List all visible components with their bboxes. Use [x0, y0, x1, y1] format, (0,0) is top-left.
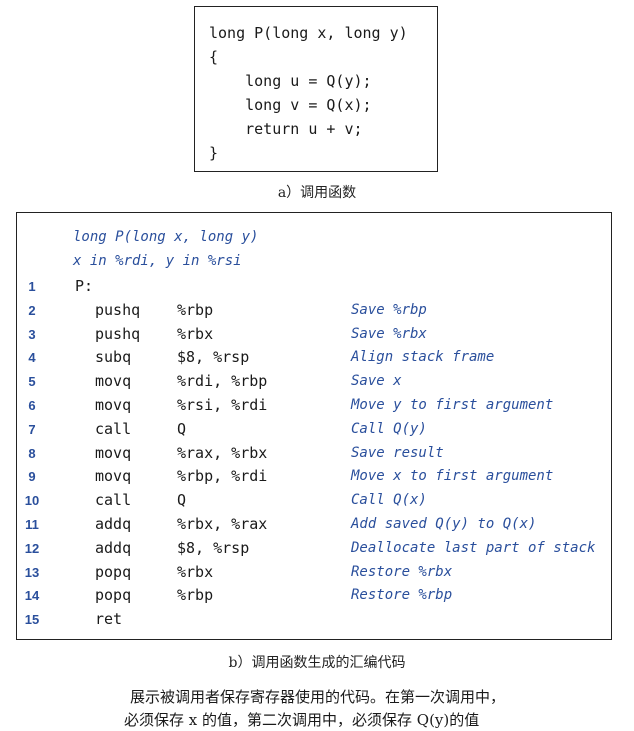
line-number: 15 [24, 612, 40, 628]
asm-comment: Add saved Q(y) to Q(x) [351, 516, 537, 532]
asm-line: 2 pushq %rbp Save %rbp [17, 301, 611, 325]
description-line-1: 展示被调用者保存寄存器使用的代码。在第一次调用中， [130, 688, 506, 706]
line-number: 8 [28, 445, 36, 461]
asm-instruction: addq [95, 538, 132, 557]
line-number: 10 [24, 493, 40, 509]
asm-comment: Align stack frame [351, 349, 495, 366]
line-number: 14 [24, 588, 40, 604]
asm-comment: Restore %rbx [351, 563, 453, 580]
asm-instruction: subq [95, 348, 132, 367]
description-line-2: 必须保存 x 的值，第二次调用中，必须保存 Q(y)的值 [124, 711, 480, 729]
asm-comment: Move x to first argument [351, 468, 554, 485]
asm-instruction: pushq [95, 300, 141, 319]
asm-line: 3 pushq %rbx Save %rbx [17, 325, 611, 349]
c-code-line: long P(long x, long y) [209, 24, 408, 42]
asm-operands: $8, %rsp [177, 538, 250, 557]
line-number: 12 [24, 540, 40, 556]
asm-operands: %rbp, %rdi [177, 467, 268, 486]
asm-line: 11 addq %rbx, %rax Add saved Q(y) to Q(x) [17, 515, 611, 539]
line-number: 5 [28, 374, 36, 390]
asm-instruction: call [95, 419, 132, 438]
asm-line: 14 popq %rbp Restore %rbp [17, 586, 611, 610]
assembly-header-signature: long P(long x, long y) [73, 229, 259, 245]
asm-comment: Save result [351, 444, 444, 461]
asm-comment: Save x [351, 373, 402, 390]
line-number: 1 [28, 279, 36, 294]
asm-comment: Save %rbx [351, 325, 427, 342]
asm-line: 1 P: [17, 277, 611, 301]
asm-line: 4 subq $8, %rsp Align stack frame [17, 348, 611, 372]
line-number: 6 [28, 398, 36, 413]
asm-line: 10 call Q Call Q(x) [17, 491, 611, 515]
line-number: 9 [28, 469, 36, 485]
asm-instruction: movq [95, 467, 132, 486]
asm-comment: Move y to first argument [351, 397, 554, 413]
c-code-line: return u + v; [209, 120, 363, 138]
asm-operands: %rbx, %rax [177, 515, 268, 533]
line-number: 7 [28, 421, 36, 437]
asm-line: 6 movq %rsi, %rdi Move y to first argument [17, 396, 611, 420]
c-code-line: long v = Q(x); [209, 96, 372, 114]
asm-operands: %rbx [177, 562, 214, 581]
c-code-line: } [209, 144, 219, 162]
asm-operands: %rbp [177, 586, 214, 605]
asm-instruction: movq [95, 372, 132, 391]
line-number: 11 [25, 517, 39, 532]
asm-instruction: popq [95, 562, 132, 581]
asm-line: 12 addq $8, %rsp Deallocate last part of st… [17, 539, 611, 563]
asm-instruction: call [95, 491, 132, 510]
line-number: 4 [28, 350, 36, 366]
asm-comment: Save %rbp [351, 301, 427, 318]
asm-instruction: movq [95, 443, 132, 462]
c-code-line: { [209, 48, 219, 66]
figure-a-caption: a）调用函数 [277, 185, 357, 201]
figure-b-caption: b）调用函数生成的汇编代码 [228, 655, 406, 671]
asm-line: 8 movq %rax, %rbx Save result [17, 444, 611, 468]
line-number: 13 [24, 564, 40, 580]
assembly-code-box: long P(long x, long y) x in %rdi, y in %… [16, 212, 612, 640]
line-number: 2 [28, 302, 36, 318]
asm-comment: Call Q(x) [351, 492, 427, 509]
asm-operands: %rsi, %rdi [177, 396, 268, 414]
asm-instruction: pushq [95, 324, 141, 343]
asm-line: 7 call Q Call Q(y) [17, 420, 611, 444]
asm-line: 13 popq %rbx Restore %rbx [17, 563, 611, 587]
asm-comment: Deallocate last part of stack [351, 539, 596, 556]
asm-operands: %rbx [177, 324, 214, 343]
asm-comment: Restore %rbp [351, 587, 453, 604]
asm-line: 9 movq %rbp, %rdi Move x to first argument [17, 467, 611, 491]
asm-label: P: [75, 277, 94, 295]
c-code-box: long P(long x, long y) { long u = Q(y); … [194, 6, 438, 172]
line-number: 3 [28, 326, 36, 342]
asm-operands: %rdi, %rbp [177, 372, 268, 391]
c-code-line: long u = Q(y); [209, 72, 372, 90]
asm-operands: Q [177, 419, 187, 438]
asm-comment: Call Q(y) [351, 420, 427, 437]
asm-operands: %rax, %rbx [177, 443, 268, 462]
asm-instruction: ret [95, 610, 123, 629]
assembly-header-registers: x in %rdi, y in %rsi [73, 253, 242, 269]
asm-operands: %rbp [177, 300, 214, 319]
asm-instruction: movq [95, 396, 132, 414]
asm-line: 5 movq %rdi, %rbp Save x [17, 372, 611, 396]
asm-instruction: addq [95, 515, 132, 533]
asm-operands: Q [177, 491, 187, 510]
c-code-listing: long P(long x, long y) { long u = Q(y); … [209, 21, 408, 165]
asm-operands: $8, %rsp [177, 348, 250, 367]
asm-line: 15 ret [17, 610, 611, 634]
asm-instruction: popq [95, 586, 132, 605]
